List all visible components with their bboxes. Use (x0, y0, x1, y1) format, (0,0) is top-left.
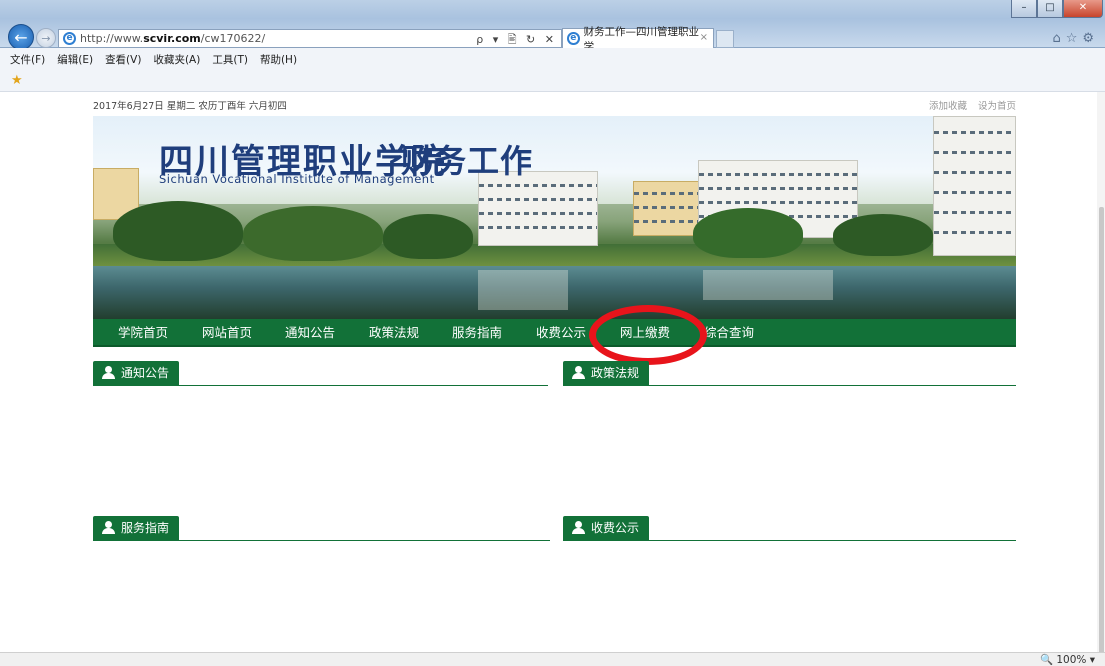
nav-policies[interactable]: 政策法规 (369, 319, 419, 347)
banner-trees (383, 214, 473, 259)
user-icon (571, 366, 586, 379)
banner-trees (113, 201, 243, 261)
section-fee-disclosure: 收费公示 (563, 515, 1016, 541)
campus-banner: 四川管理职业学院 Sichuan Vocational Institute of… (93, 116, 1016, 319)
tab-active[interactable]: e 财务工作—四川管理职业学... × (562, 26, 714, 53)
section-service-guide: 服务指南 (93, 515, 550, 541)
nav-fee-disclosure[interactable]: 收费公示 (536, 319, 586, 347)
minimize-button[interactable]: – (1011, 0, 1037, 18)
top-links: 添加收藏 设为首页 (921, 98, 1016, 112)
user-icon (101, 521, 116, 534)
banner-lake (93, 266, 1016, 319)
new-tab-button[interactable] (716, 30, 734, 48)
menu-bar: 文件(F) 编辑(E) 查看(V) 收藏夹(A) 工具(T) 帮助(H) (0, 48, 1105, 70)
menu-view[interactable]: 查看(V) (105, 52, 141, 67)
main-navbar: 学院首页 网站首页 通知公告 政策法规 服务指南 收费公示 网上缴费 综合查询 (93, 319, 1016, 347)
add-favorite-link[interactable]: 添加收藏 (929, 101, 967, 112)
finance-section-title: 财务工作 (401, 142, 534, 180)
menu-edit[interactable]: 编辑(E) (57, 52, 93, 67)
menu-help[interactable]: 帮助(H) (260, 52, 297, 67)
banner-building (933, 116, 1016, 256)
nav-site-home[interactable]: 网站首页 (202, 319, 252, 347)
menu-favorites[interactable]: 收藏夹(A) (153, 52, 200, 67)
browser-titlebar: – □ ✕ ← → e http://www.scvir.com/cw17062… (0, 0, 1105, 53)
status-bar: 🔍 100% ▾ (0, 652, 1105, 666)
nav-notices[interactable]: 通知公告 (285, 319, 335, 347)
user-icon (101, 366, 116, 379)
vertical-scrollbar[interactable] (1097, 92, 1105, 666)
home-favorites-settings-icons[interactable]: ⌂☆⚙ (1052, 31, 1099, 46)
section-tab-policies[interactable]: 政策法规 (563, 361, 650, 385)
favorites-bar: ★ (0, 70, 1105, 92)
section-tab-service-guide[interactable]: 服务指南 (93, 516, 180, 540)
menu-file[interactable]: 文件(F) (10, 52, 45, 67)
highlight-annotation-circle (589, 305, 707, 365)
back-arrow-icon[interactable]: ← (8, 24, 34, 50)
address-bar[interactable]: e http://www.scvir.com/cw170622/ ρ ▾ 🖹 ↻… (58, 29, 562, 48)
close-window-button[interactable]: ✕ (1063, 0, 1103, 18)
user-icon (571, 521, 586, 534)
nav-service-guide[interactable]: 服务指南 (452, 319, 502, 347)
section-tab-fee-disclosure[interactable]: 收费公示 (563, 516, 650, 540)
page-top-bar: 2017年6月27日 星期二 农历丁酉年 六月初四 添加收藏 设为首页 (93, 98, 1016, 114)
banner-trees (833, 214, 933, 256)
nav-comprehensive-query[interactable]: 综合查询 (704, 319, 754, 347)
section-notices: 通知公告 (93, 360, 548, 386)
college-english-name: Sichuan Vocational Institute of Manageme… (159, 172, 435, 186)
nav-college-home[interactable]: 学院首页 (118, 319, 168, 347)
menu-tools[interactable]: 工具(T) (212, 52, 248, 67)
url-text: http://www.scvir.com/cw170622/ (80, 32, 266, 45)
tab-close-icon[interactable]: × (700, 32, 708, 43)
maximize-button[interactable]: □ (1037, 0, 1063, 18)
banner-trees (693, 208, 803, 258)
section-policies: 政策法规 (563, 360, 1016, 386)
scrollbar-thumb[interactable] (1099, 207, 1104, 666)
add-favorite-star-icon[interactable]: ★ (11, 73, 23, 88)
section-tab-notices[interactable]: 通知公告 (93, 361, 180, 385)
current-date: 2017年6月27日 星期二 农历丁酉年 六月初四 (93, 101, 287, 112)
tab-ie-icon: e (567, 32, 580, 45)
banner-trees (243, 206, 383, 261)
forward-arrow-icon[interactable]: → (36, 28, 56, 48)
ie-logo-icon: e (63, 32, 76, 45)
window-controls: – □ ✕ (1011, 0, 1103, 18)
banner-building (478, 171, 598, 246)
set-homepage-link[interactable]: 设为首页 (978, 101, 1016, 112)
zoom-level[interactable]: 🔍 100% ▾ (1040, 653, 1095, 666)
